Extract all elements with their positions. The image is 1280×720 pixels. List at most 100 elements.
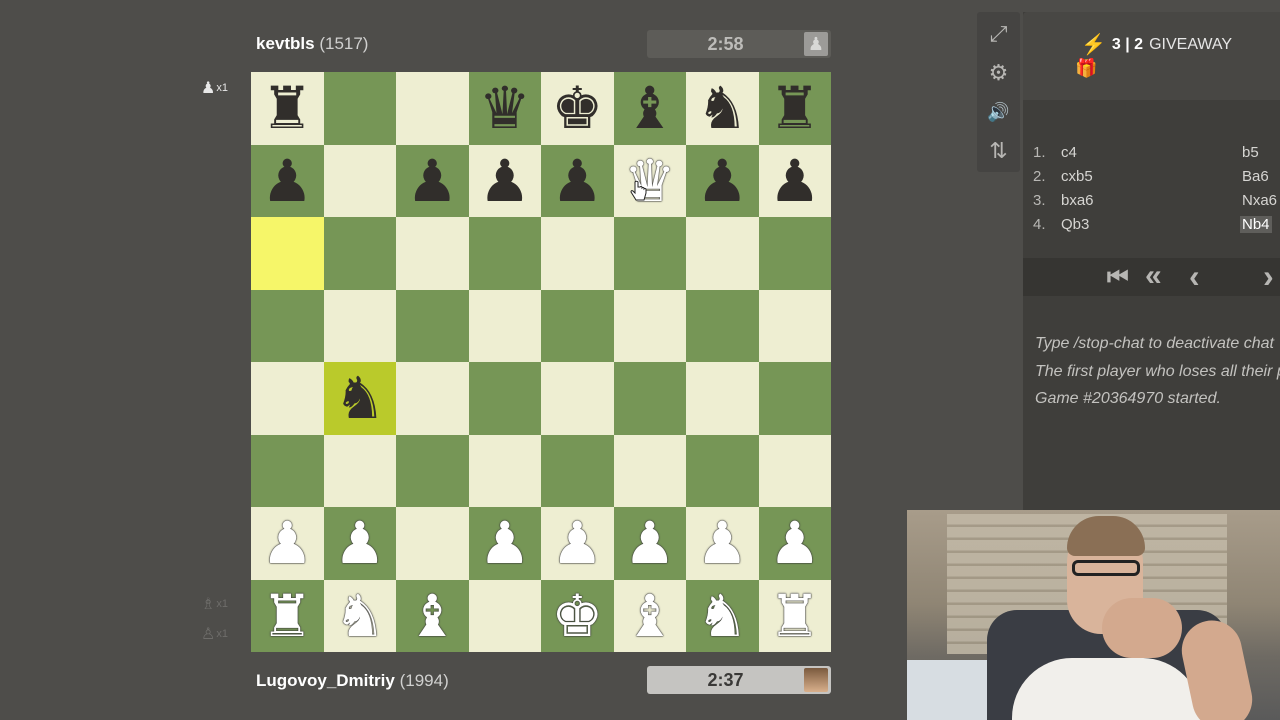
black-bishop-icon[interactable]: ♝ — [624, 79, 676, 137]
square-e2[interactable]: ♟ — [541, 507, 614, 580]
square-d2[interactable]: ♟ — [468, 507, 541, 580]
black-pawn-icon[interactable]: ♟ — [406, 152, 458, 210]
square-h8[interactable]: ♜ — [758, 72, 831, 145]
white-pawn-icon[interactable]: ♟ — [261, 514, 313, 572]
square-h4[interactable] — [758, 362, 831, 435]
square-a7[interactable]: ♟ — [251, 144, 324, 217]
white-move[interactable]: c4 — [1061, 144, 1077, 161]
square-e4[interactable] — [541, 362, 614, 435]
square-c5[interactable] — [396, 289, 469, 362]
white-king-icon[interactable]: ♚ — [551, 587, 603, 645]
black-rook-icon[interactable]: ♜ — [769, 79, 821, 137]
square-c6[interactable] — [396, 217, 469, 290]
square-d7[interactable]: ♟ — [468, 144, 541, 217]
black-king-icon[interactable]: ♚ — [551, 79, 603, 137]
square-d1[interactable] — [468, 579, 541, 652]
square-e7[interactable]: ♟ — [541, 144, 614, 217]
black-queen-icon[interactable]: ♛ — [479, 79, 531, 137]
square-c7[interactable]: ♟ — [396, 144, 469, 217]
square-h1[interactable]: ♜ — [758, 579, 831, 652]
square-f6[interactable] — [613, 217, 686, 290]
square-a6[interactable] — [251, 217, 324, 290]
back-fast-button[interactable]: « — [1145, 259, 1162, 293]
bottom-player-name[interactable]: Lugovoy_Dmitriy (1994) — [256, 671, 449, 691]
square-h2[interactable]: ♟ — [758, 507, 831, 580]
square-a4[interactable] — [251, 362, 324, 435]
white-pawn-icon[interactable]: ♟ — [769, 514, 821, 572]
top-player-name[interactable]: kevtbls (1517) — [256, 34, 368, 54]
black-move[interactable]: Nxa6 — [1240, 192, 1279, 209]
square-g7[interactable]: ♟ — [686, 144, 759, 217]
first-move-button[interactable]: ⏮ — [1107, 264, 1129, 292]
square-g2[interactable]: ♟ — [686, 507, 759, 580]
square-b1[interactable]: ♞ — [323, 579, 396, 652]
square-c3[interactable] — [396, 434, 469, 507]
square-b8[interactable] — [323, 72, 396, 145]
white-bishop-icon[interactable]: ♝ — [624, 587, 676, 645]
settings-button[interactable]: ⚙ — [977, 55, 1020, 91]
white-move[interactable]: cxb5 — [1061, 168, 1093, 185]
square-e1[interactable]: ♚ — [541, 579, 614, 652]
square-c2[interactable] — [396, 507, 469, 580]
white-rook-icon[interactable]: ♜ — [261, 587, 313, 645]
black-move[interactable]: b5 — [1240, 144, 1261, 161]
gift-icon[interactable]: 🎁 — [1075, 58, 1097, 79]
black-pawn-icon[interactable]: ♟ — [551, 152, 603, 210]
bottom-player-username[interactable]: Lugovoy_Dmitriy — [256, 671, 395, 690]
white-pawn-icon[interactable]: ♟ — [551, 514, 603, 572]
square-b4[interactable]: ♞ — [323, 362, 396, 435]
white-pawn-icon[interactable]: ♟ — [624, 514, 676, 572]
black-knight-icon[interactable]: ♞ — [696, 79, 748, 137]
black-rook-icon[interactable]: ♜ — [261, 79, 313, 137]
square-g3[interactable] — [686, 434, 759, 507]
square-b2[interactable]: ♟ — [323, 507, 396, 580]
square-c1[interactable]: ♝ — [396, 579, 469, 652]
black-pawn-icon[interactable]: ♟ — [769, 152, 821, 210]
white-knight-icon[interactable]: ♞ — [696, 587, 748, 645]
square-c4[interactable] — [396, 362, 469, 435]
white-pawn-icon[interactable]: ♟ — [696, 514, 748, 572]
white-knight-icon[interactable]: ♞ — [334, 587, 386, 645]
square-h7[interactable]: ♟ — [758, 144, 831, 217]
black-knight-icon[interactable]: ♞ — [334, 369, 386, 427]
square-f1[interactable]: ♝ — [613, 579, 686, 652]
white-bishop-icon[interactable]: ♝ — [406, 587, 458, 645]
square-a5[interactable] — [251, 289, 324, 362]
square-h6[interactable] — [758, 217, 831, 290]
square-a2[interactable]: ♟ — [251, 507, 324, 580]
square-g6[interactable] — [686, 217, 759, 290]
square-b6[interactable] — [323, 217, 396, 290]
top-player-username[interactable]: kevtbls — [256, 34, 315, 53]
square-a1[interactable]: ♜ — [251, 579, 324, 652]
previous-move-button[interactable]: ‹ — [1189, 258, 1200, 295]
square-g1[interactable]: ♞ — [686, 579, 759, 652]
square-f4[interactable] — [613, 362, 686, 435]
chess-board[interactable]: ♜ ♛ ♚ ♝ ♞ ♜ ♟ ♟ ♟ ♟ ♛ ♟ ♟ ♞ ♟ ♟ ♟ ♟ ♟ ♟ ♟ ♜ ♞ ♝ ♚ ♝ ♞ ♜ — [251, 72, 831, 652]
white-pawn-icon[interactable]: ♟ — [479, 514, 531, 572]
square-h3[interactable] — [758, 434, 831, 507]
square-e5[interactable] — [541, 289, 614, 362]
square-h5[interactable] — [758, 289, 831, 362]
square-f2[interactable]: ♟ — [613, 507, 686, 580]
white-rook-icon[interactable]: ♜ — [769, 587, 821, 645]
white-move[interactable]: bxa6 — [1061, 192, 1094, 209]
square-e8[interactable]: ♚ — [541, 72, 614, 145]
square-b7[interactable] — [323, 144, 396, 217]
black-pawn-icon[interactable]: ♟ — [261, 152, 313, 210]
square-g8[interactable]: ♞ — [686, 72, 759, 145]
square-d5[interactable] — [468, 289, 541, 362]
square-d4[interactable] — [468, 362, 541, 435]
square-e3[interactable] — [541, 434, 614, 507]
black-move[interactable]: Ba6 — [1240, 168, 1271, 185]
next-move-button[interactable]: › — [1263, 258, 1274, 295]
white-move[interactable]: Qb3 — [1061, 216, 1089, 233]
square-d8[interactable]: ♛ — [468, 72, 541, 145]
sound-button[interactable]: 🔊 — [977, 94, 1020, 130]
square-f3[interactable] — [613, 434, 686, 507]
square-f5[interactable] — [613, 289, 686, 362]
square-a8[interactable]: ♜ — [251, 72, 324, 145]
square-a3[interactable] — [251, 434, 324, 507]
square-b3[interactable] — [323, 434, 396, 507]
square-g5[interactable] — [686, 289, 759, 362]
black-pawn-icon[interactable]: ♟ — [479, 152, 531, 210]
